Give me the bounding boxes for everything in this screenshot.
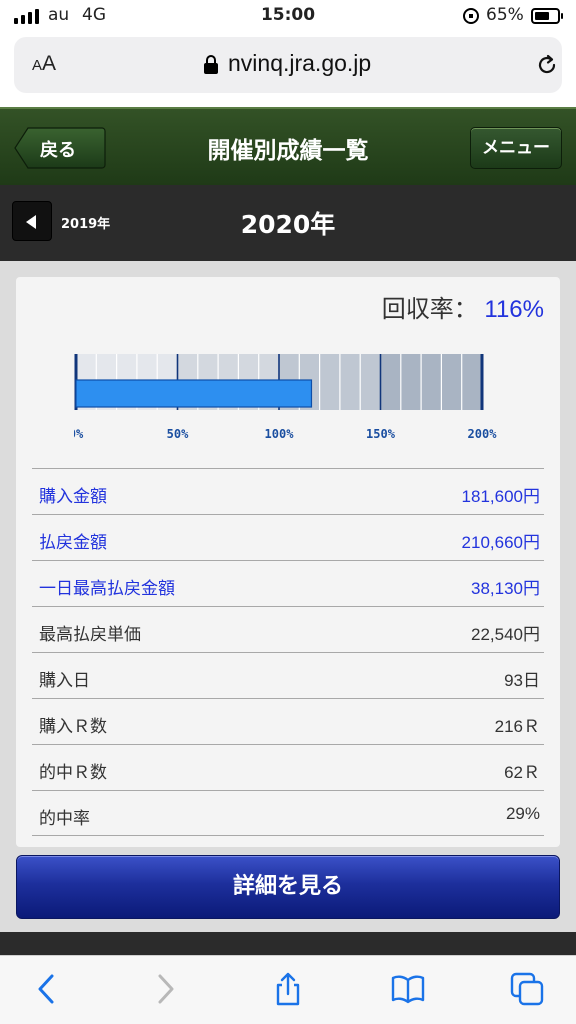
status-bar: au 4G 15:00 65% bbox=[0, 0, 576, 36]
stats-row-value: 29% bbox=[505, 804, 540, 823]
url-text[interactable]: nvinq.jra.go.jp bbox=[228, 50, 371, 77]
lock-icon bbox=[204, 55, 218, 74]
stats-row-value: 216Ｒ bbox=[494, 717, 540, 736]
chart-tick-label: 150% bbox=[366, 427, 396, 441]
bookmarks-icon[interactable] bbox=[391, 972, 425, 1006]
battery-percent: 65% bbox=[486, 5, 524, 25]
footer-strip bbox=[0, 932, 576, 955]
browser-toolbar bbox=[0, 955, 576, 1024]
chart-tick-label: 0% bbox=[74, 427, 84, 441]
stats-row-label: 購入日 bbox=[39, 671, 90, 690]
recovery-rate-label: 回収率： bbox=[381, 296, 478, 323]
recovery-rate-chart: 0% 50% 100% 150% 200% bbox=[74, 354, 498, 441]
stats-row-label[interactable]: 一日最高払戻金額 bbox=[39, 574, 175, 599]
stats-row-value: 62Ｒ bbox=[504, 763, 540, 782]
stats-row[interactable]: 払戻金額 210,660円 bbox=[32, 514, 544, 560]
chart-tick-label: 50% bbox=[167, 427, 189, 441]
chart-band bbox=[380, 354, 482, 410]
stats-row-label: 最高払戻単価 bbox=[39, 625, 141, 644]
reload-icon[interactable] bbox=[535, 53, 559, 77]
tabs-icon[interactable] bbox=[510, 972, 544, 1006]
stats-row-label[interactable]: 購入金額 bbox=[39, 482, 107, 507]
page-header: 戻る 開催別成績一覧 メニュー bbox=[0, 107, 576, 185]
chart-tick-label: 200% bbox=[468, 427, 498, 441]
stats-row-label: 的中Ｒ数 bbox=[39, 763, 107, 782]
summary-panel: 回収率： 116% 0% 50% 100% 150% 200% 購入金額 181,600円… bbox=[16, 277, 560, 847]
chart-tick-label: 100% bbox=[265, 427, 295, 441]
stats-row-label[interactable]: 払戻金額 bbox=[39, 528, 107, 553]
stats-row-label: 購入Ｒ数 bbox=[39, 717, 107, 736]
year-navigation: 2019年 2020年 bbox=[0, 185, 576, 261]
rotation-lock-icon bbox=[463, 8, 479, 24]
current-year: 2020年 bbox=[240, 210, 336, 239]
battery-icon bbox=[531, 8, 563, 24]
stats-row-label: 的中率 bbox=[39, 809, 90, 828]
recovery-rate: 回収率： 116% bbox=[382, 289, 544, 324]
share-icon[interactable] bbox=[271, 972, 305, 1006]
recovery-rate-value: 116% bbox=[484, 296, 544, 323]
chart-bar bbox=[75, 379, 313, 408]
forward-arrow-icon[interactable] bbox=[148, 972, 182, 1006]
stats-row: 購入Ｒ数 216Ｒ bbox=[32, 698, 544, 744]
stats-row: 的中Ｒ数 62Ｒ bbox=[32, 744, 544, 790]
stats-row-value[interactable]: 38,130円 bbox=[471, 574, 540, 599]
stats-row[interactable]: 一日最高払戻金額 38,130円 bbox=[32, 560, 544, 606]
stats-row-value: 22,540円 bbox=[471, 625, 540, 644]
detail-button[interactable]: 詳細を見る bbox=[16, 855, 560, 919]
stats-row-value: 93日 bbox=[504, 671, 540, 690]
stats-table: 購入金額 181,600円払戻金額 210,660円一日最高払戻金額 38,130円最… bbox=[32, 468, 544, 836]
reader-settings-button[interactable]: AA bbox=[32, 52, 56, 76]
stats-row: 最高払戻単価 22,540円 bbox=[32, 606, 544, 652]
stats-row-value[interactable]: 181,600円 bbox=[462, 482, 540, 507]
stats-row[interactable]: 購入金額 181,600円 bbox=[32, 468, 544, 514]
menu-button[interactable]: メニュー bbox=[470, 127, 562, 169]
stats-row-value[interactable]: 210,660円 bbox=[462, 528, 540, 553]
stats-row: 的中率 29% bbox=[32, 790, 544, 836]
stats-row: 購入日 93日 bbox=[32, 652, 544, 698]
back-arrow-icon[interactable] bbox=[30, 972, 64, 1006]
address-bar[interactable]: AA nvinq.jra.go.jp bbox=[14, 37, 562, 93]
